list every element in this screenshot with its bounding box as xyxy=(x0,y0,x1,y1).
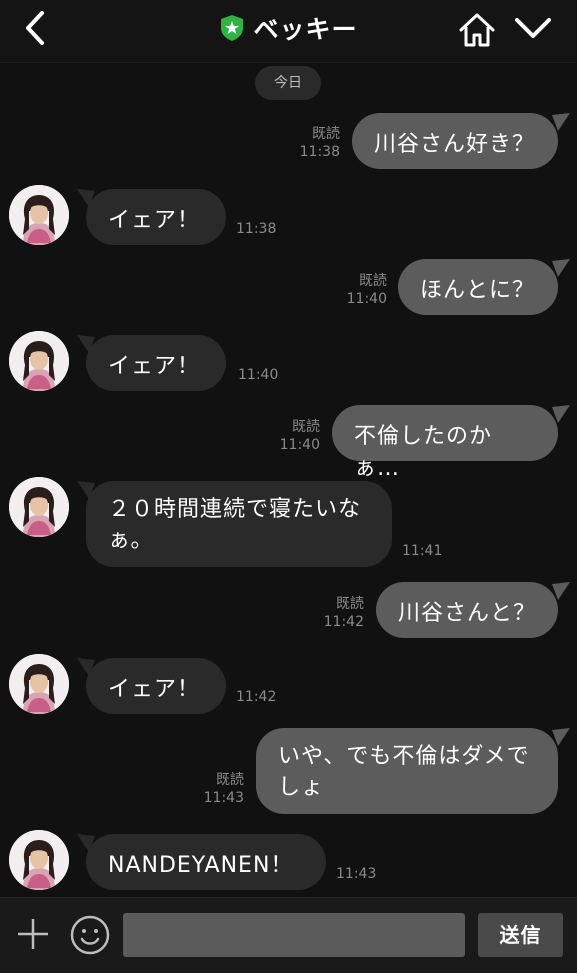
avatar[interactable] xyxy=(9,331,69,391)
outgoing-message-bubble[interactable]: 川谷さんと？ xyxy=(376,582,558,638)
read-receipt: 既読 xyxy=(216,772,244,788)
avatar[interactable] xyxy=(9,477,69,537)
message-time: 11:43 xyxy=(336,866,377,882)
outgoing-message-bubble[interactable]: 不倫したのかぁ… xyxy=(332,405,558,481)
sticker-button[interactable] xyxy=(69,914,111,956)
message-input[interactable] xyxy=(123,913,465,957)
bubble-tail xyxy=(552,728,570,746)
message-time: 11:41 xyxy=(402,543,443,559)
message-text: イェア！ xyxy=(108,208,201,233)
date-separator: 今日 xyxy=(255,66,321,100)
incoming-message-bubble[interactable]: イェア！ xyxy=(86,335,226,391)
message-text: イェア！ xyxy=(108,677,201,702)
message-meta: 既読 11:40 xyxy=(343,272,387,308)
message-time: 11:42 xyxy=(236,689,277,705)
bubble-tail xyxy=(552,113,570,131)
outgoing-message-bubble[interactable]: ほんとに？ xyxy=(398,259,558,315)
message-time: 11:40 xyxy=(346,291,387,307)
message-text-line: ぁ。 xyxy=(108,528,154,553)
incoming-message-bubble[interactable]: イェア！ xyxy=(86,189,226,245)
message-text-line: いや、でも不倫はダメで xyxy=(278,744,530,769)
message-meta: 既読 11:42 xyxy=(320,595,364,631)
message-time: 11:38 xyxy=(299,144,340,160)
read-receipt: 既読 xyxy=(312,126,340,142)
message-time: 11:40 xyxy=(279,437,320,453)
avatar[interactable] xyxy=(9,830,69,890)
outgoing-message-bubble[interactable]: 川谷さん好き？ xyxy=(352,113,558,169)
incoming-message-bubble[interactable]: NANDEYANEN！ xyxy=(86,834,326,890)
chat-title: ベッキー xyxy=(253,15,358,44)
bubble-tail xyxy=(552,259,570,277)
home-button[interactable] xyxy=(456,10,498,50)
chat-header: ベッキー xyxy=(0,0,577,63)
plus-icon xyxy=(18,919,48,949)
message-meta: 既読 11:38 xyxy=(296,125,340,161)
smiley-icon xyxy=(70,915,110,955)
chevron-down-icon xyxy=(515,18,551,38)
message-text-line: ２０時間連続で寝たいな xyxy=(108,497,362,522)
avatar[interactable] xyxy=(9,185,69,245)
message-text: 川谷さんと？ xyxy=(398,601,537,626)
official-shield-icon xyxy=(221,15,244,41)
message-time: 11:40 xyxy=(238,367,279,383)
read-receipt: 既読 xyxy=(292,419,320,435)
incoming-message-bubble[interactable]: ２０時間連続で寝たいな ぁ。 xyxy=(86,481,392,567)
read-receipt: 既読 xyxy=(336,596,364,612)
message-meta: 既読 11:43 xyxy=(200,771,244,807)
bubble-tail xyxy=(552,405,570,423)
message-time: 11:42 xyxy=(323,614,364,630)
bubble-tail xyxy=(552,582,570,600)
message-text: 川谷さん好き？ xyxy=(374,132,536,157)
avatar[interactable] xyxy=(9,654,69,714)
message-text: 不倫したのかぁ… xyxy=(354,424,493,481)
read-receipt: 既読 xyxy=(359,273,387,289)
message-text: イェア！ xyxy=(108,354,201,379)
message-text: ほんとに？ xyxy=(420,278,536,303)
message-time: 11:38 xyxy=(236,221,277,237)
home-icon xyxy=(459,13,495,47)
outgoing-message-bubble[interactable]: いや、でも不倫はダメで しょ xyxy=(256,728,558,814)
send-button[interactable]: 送信 xyxy=(478,913,563,957)
message-text-line: しょ xyxy=(278,775,325,800)
message-meta: 既読 11:40 xyxy=(276,418,320,454)
attach-button[interactable] xyxy=(16,917,50,951)
menu-toggle-button[interactable] xyxy=(512,10,554,50)
incoming-message-bubble[interactable]: イェア！ xyxy=(86,658,226,714)
message-text: NANDEYANEN！ xyxy=(108,853,294,878)
message-time: 11:43 xyxy=(203,790,244,806)
